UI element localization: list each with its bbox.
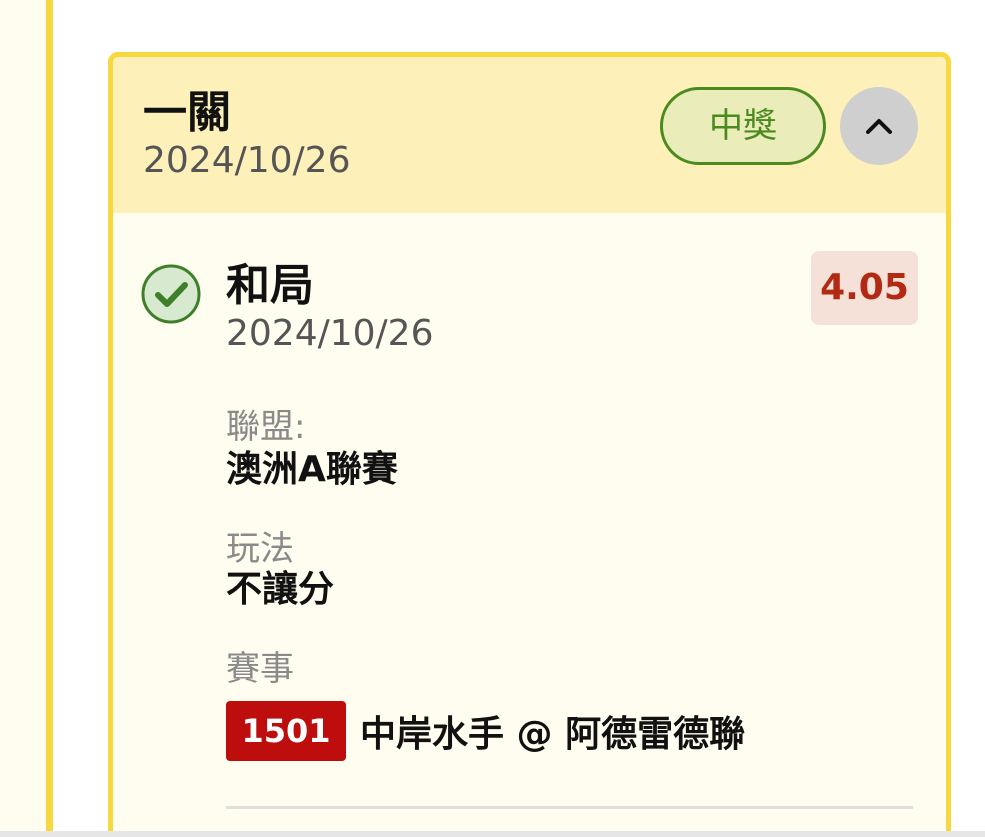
match-row: 1501 中岸水手 @ 阿德雷德聯	[226, 701, 745, 761]
bottom-edge	[0, 831, 985, 837]
section-divider	[226, 806, 913, 809]
match-number-badge: 1501	[226, 701, 346, 761]
bet-type-label: 玩法	[226, 529, 294, 569]
bet-type-value: 不讓分	[226, 569, 335, 610]
selection-date: 2024/10/26	[226, 313, 434, 354]
bet-record-page: 一關 2024/10/26 中獎 和局 2024/10/26 4.05 聯盟: …	[0, 0, 985, 837]
match-label: 賽事	[226, 649, 294, 689]
bet-date: 2024/10/26	[143, 140, 351, 181]
bet-card-header[interactable]: 一關 2024/10/26 中獎	[113, 57, 946, 213]
league-value: 澳洲A聯賽	[226, 449, 398, 490]
status-badge: 中獎	[660, 87, 826, 165]
league-label: 聯盟:	[226, 407, 306, 447]
left-panel-edge	[0, 0, 46, 837]
collapse-button[interactable]	[840, 87, 918, 165]
check-circle-icon	[141, 264, 201, 324]
timeline-rule	[46, 0, 53, 837]
match-name: 中岸水手 @ 阿德雷德聯	[360, 714, 746, 755]
chevron-up-icon	[866, 119, 892, 134]
bet-card: 一關 2024/10/26 中獎 和局 2024/10/26 4.05 聯盟: …	[108, 52, 951, 837]
odds-badge: 4.05	[811, 251, 918, 325]
selection-name: 和局	[226, 260, 314, 311]
bet-type-title: 一關	[143, 87, 231, 138]
